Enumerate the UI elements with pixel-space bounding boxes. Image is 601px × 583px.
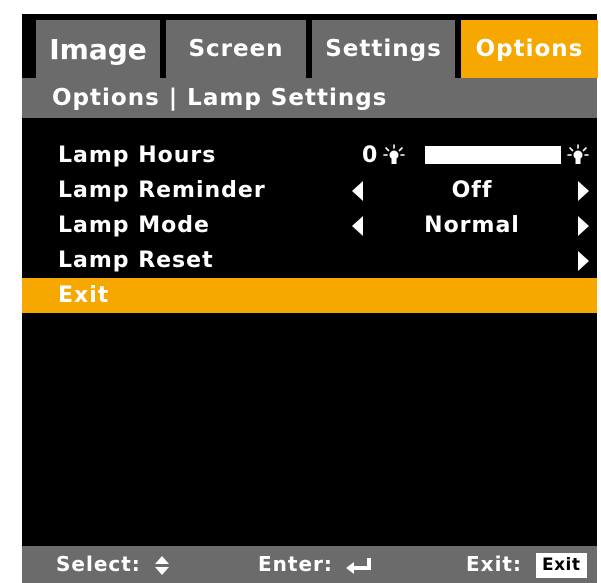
footer-hint-bar: Select: Enter: Exit: Exit <box>22 546 597 583</box>
lamp-reset-label: Lamp Reset <box>58 248 214 273</box>
arrow-right-icon[interactable] <box>578 216 589 236</box>
lamp-mode-label: Lamp Mode <box>58 213 210 238</box>
exit-key-badge: Exit <box>535 553 587 578</box>
tab-bar: Image Screen Settings Options <box>36 20 598 78</box>
up-down-arrow-icon <box>153 555 171 577</box>
arrow-left-icon[interactable] <box>352 181 363 201</box>
tab-image[interactable]: Image <box>36 20 160 78</box>
exit-label: Exit <box>58 283 110 308</box>
breadcrumb: Options | Lamp Settings <box>22 78 597 118</box>
menu-item-lamp-hours[interactable]: Lamp Hours 0 <box>22 138 597 173</box>
lamp-reminder-value: Off <box>451 178 493 203</box>
menu-item-exit[interactable]: Exit <box>22 278 597 313</box>
tab-options[interactable]: Options <box>461 20 598 78</box>
lamp-reminder-label: Lamp Reminder <box>58 178 266 203</box>
lamp-icon <box>383 144 405 164</box>
exit-hint: Exit: Exit <box>466 546 587 583</box>
enter-hint-label: Enter: <box>258 552 333 576</box>
tab-settings[interactable]: Settings <box>312 20 455 78</box>
enter-key-icon <box>345 557 371 574</box>
select-hint: Select: <box>56 546 171 583</box>
lamp-hours-label: Lamp Hours <box>58 143 217 168</box>
lamp-hours-value: 0 <box>362 143 379 168</box>
osd-menu: Image Screen Settings Options Options | … <box>22 14 598 583</box>
menu-item-lamp-mode[interactable]: Lamp Mode Normal <box>22 208 597 243</box>
exit-hint-label: Exit: <box>466 552 522 576</box>
menu-item-lamp-reminder[interactable]: Lamp Reminder Off <box>22 173 597 208</box>
lamp-hours-bar <box>425 146 561 164</box>
menu-item-lamp-reset[interactable]: Lamp Reset <box>22 243 597 278</box>
arrow-right-icon[interactable] <box>578 181 589 201</box>
tab-screen[interactable]: Screen <box>166 20 306 78</box>
lamp-icon <box>567 144 589 164</box>
enter-hint: Enter: <box>258 546 373 583</box>
arrow-right-icon[interactable] <box>578 251 589 271</box>
arrow-left-icon[interactable] <box>352 216 363 236</box>
select-hint-label: Select: <box>56 552 141 576</box>
lamp-mode-value: Normal <box>424 213 520 238</box>
